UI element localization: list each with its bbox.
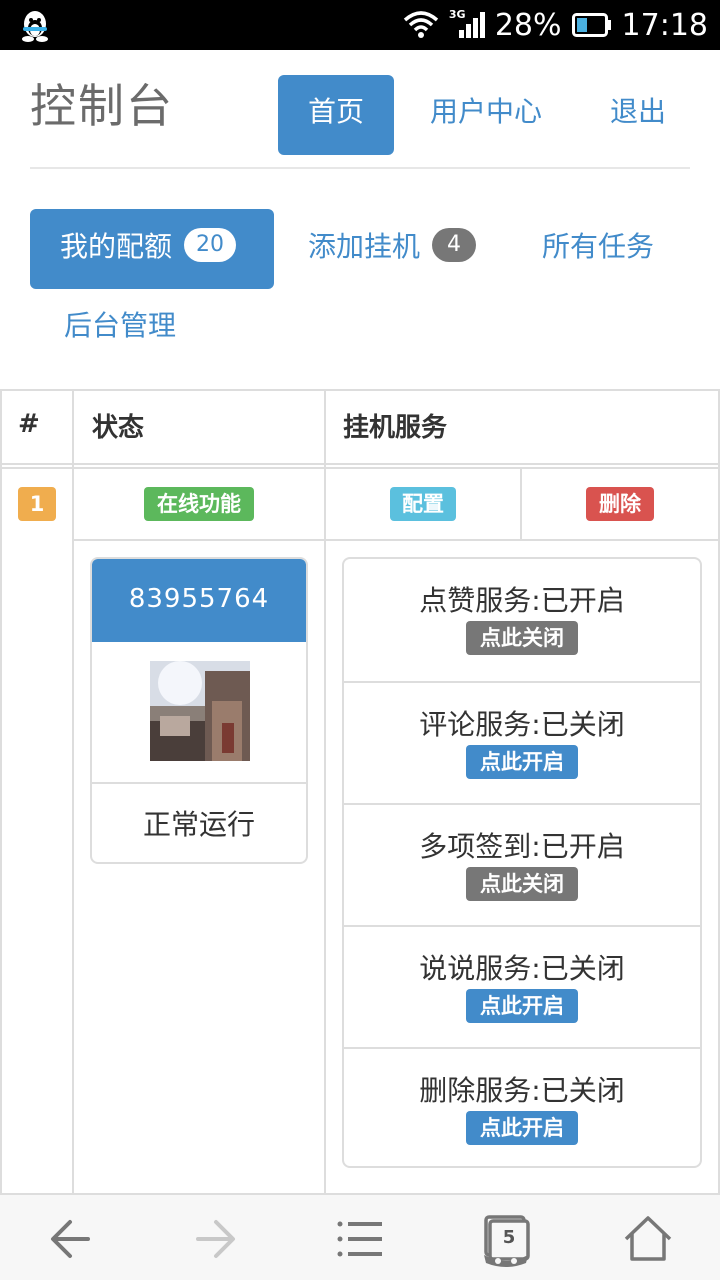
brand-title[interactable]: 控制台	[30, 70, 174, 136]
clock: 17:18	[621, 7, 708, 43]
menu-icon[interactable]	[330, 1209, 390, 1269]
back-arrow-icon[interactable]	[40, 1209, 100, 1269]
tab-all-tasks[interactable]: 所有任务	[512, 209, 684, 289]
service-item: 多项签到:已开启 点此关闭	[344, 803, 700, 925]
account-state: 正常运行	[142, 808, 255, 841]
battery-percent: 28%	[494, 7, 562, 43]
battery-icon	[571, 13, 611, 37]
tabs-icon[interactable]: 5	[476, 1209, 536, 1269]
services-panel: 点赞服务:已开启 点此关闭 评论服务:已关闭 点此开启 多项签到:已开启 点此关…	[342, 557, 702, 1168]
service-toggle-button[interactable]: 点此开启	[466, 1111, 578, 1145]
row-index-label: 1	[18, 487, 56, 521]
avatar	[150, 661, 250, 761]
service-title: 说说服务:已关闭	[419, 952, 625, 985]
tab-add-bot-label: 添加挂机	[308, 230, 421, 263]
config-button[interactable]: 配置	[390, 487, 456, 521]
service-toggle-button[interactable]: 点此关闭	[466, 867, 578, 901]
top-nav: 首页 用户中心 退出	[278, 75, 696, 155]
service-title: 点赞服务:已开启	[419, 584, 625, 617]
service-item: 删除服务:已关闭 点此开启	[344, 1047, 700, 1166]
tab-add-bot[interactable]: 添加挂机 4	[278, 209, 506, 289]
service-item: 点赞服务:已开启 点此关闭	[344, 559, 700, 681]
home-icon[interactable]	[618, 1209, 678, 1269]
service-toggle-button[interactable]: 点此开启	[466, 989, 578, 1023]
tab-count: 5	[502, 1227, 516, 1248]
header-divider	[30, 167, 690, 169]
service-title: 多项签到:已开启	[419, 830, 625, 863]
qq-penguin-icon	[22, 11, 48, 42]
account-panel: 83955764 正常运行	[90, 557, 308, 864]
service-toggle-button[interactable]: 点此开启	[466, 745, 578, 779]
nav-user-center[interactable]: 用户中心	[400, 75, 572, 155]
col-header-service: 挂机服务	[343, 413, 448, 443]
online-status-label: 在线功能	[144, 487, 254, 521]
delete-button[interactable]: 删除	[586, 487, 654, 521]
col-header-index: #	[18, 409, 40, 439]
tab-my-quota[interactable]: 我的配额 20	[30, 209, 274, 289]
cellular-signal-icon: 3G	[449, 8, 485, 40]
tab-admin[interactable]: 后台管理	[34, 288, 206, 368]
service-title: 评论服务:已关闭	[419, 708, 625, 741]
tab-my-quota-label: 我的配额	[60, 230, 173, 263]
service-title: 删除服务:已关闭	[419, 1074, 625, 1107]
service-item: 说说服务:已关闭 点此开启	[344, 925, 700, 1047]
service-item: 评论服务:已关闭 点此开启	[344, 681, 700, 803]
wifi-icon	[403, 11, 438, 38]
qq-number: 83955764	[92, 559, 306, 642]
add-bot-badge: 4	[432, 228, 477, 262]
col-header-status: 状态	[92, 413, 145, 443]
quota-badge: 20	[184, 228, 237, 262]
status-bar: 3G 28% 17:18	[0, 0, 720, 50]
nav-home[interactable]: 首页	[278, 75, 395, 155]
browser-bottom-bar: 5	[0, 1193, 720, 1280]
service-toggle-button[interactable]: 点此关闭	[466, 621, 578, 655]
nav-logout[interactable]: 退出	[580, 75, 696, 155]
forward-arrow-icon[interactable]	[186, 1209, 246, 1269]
